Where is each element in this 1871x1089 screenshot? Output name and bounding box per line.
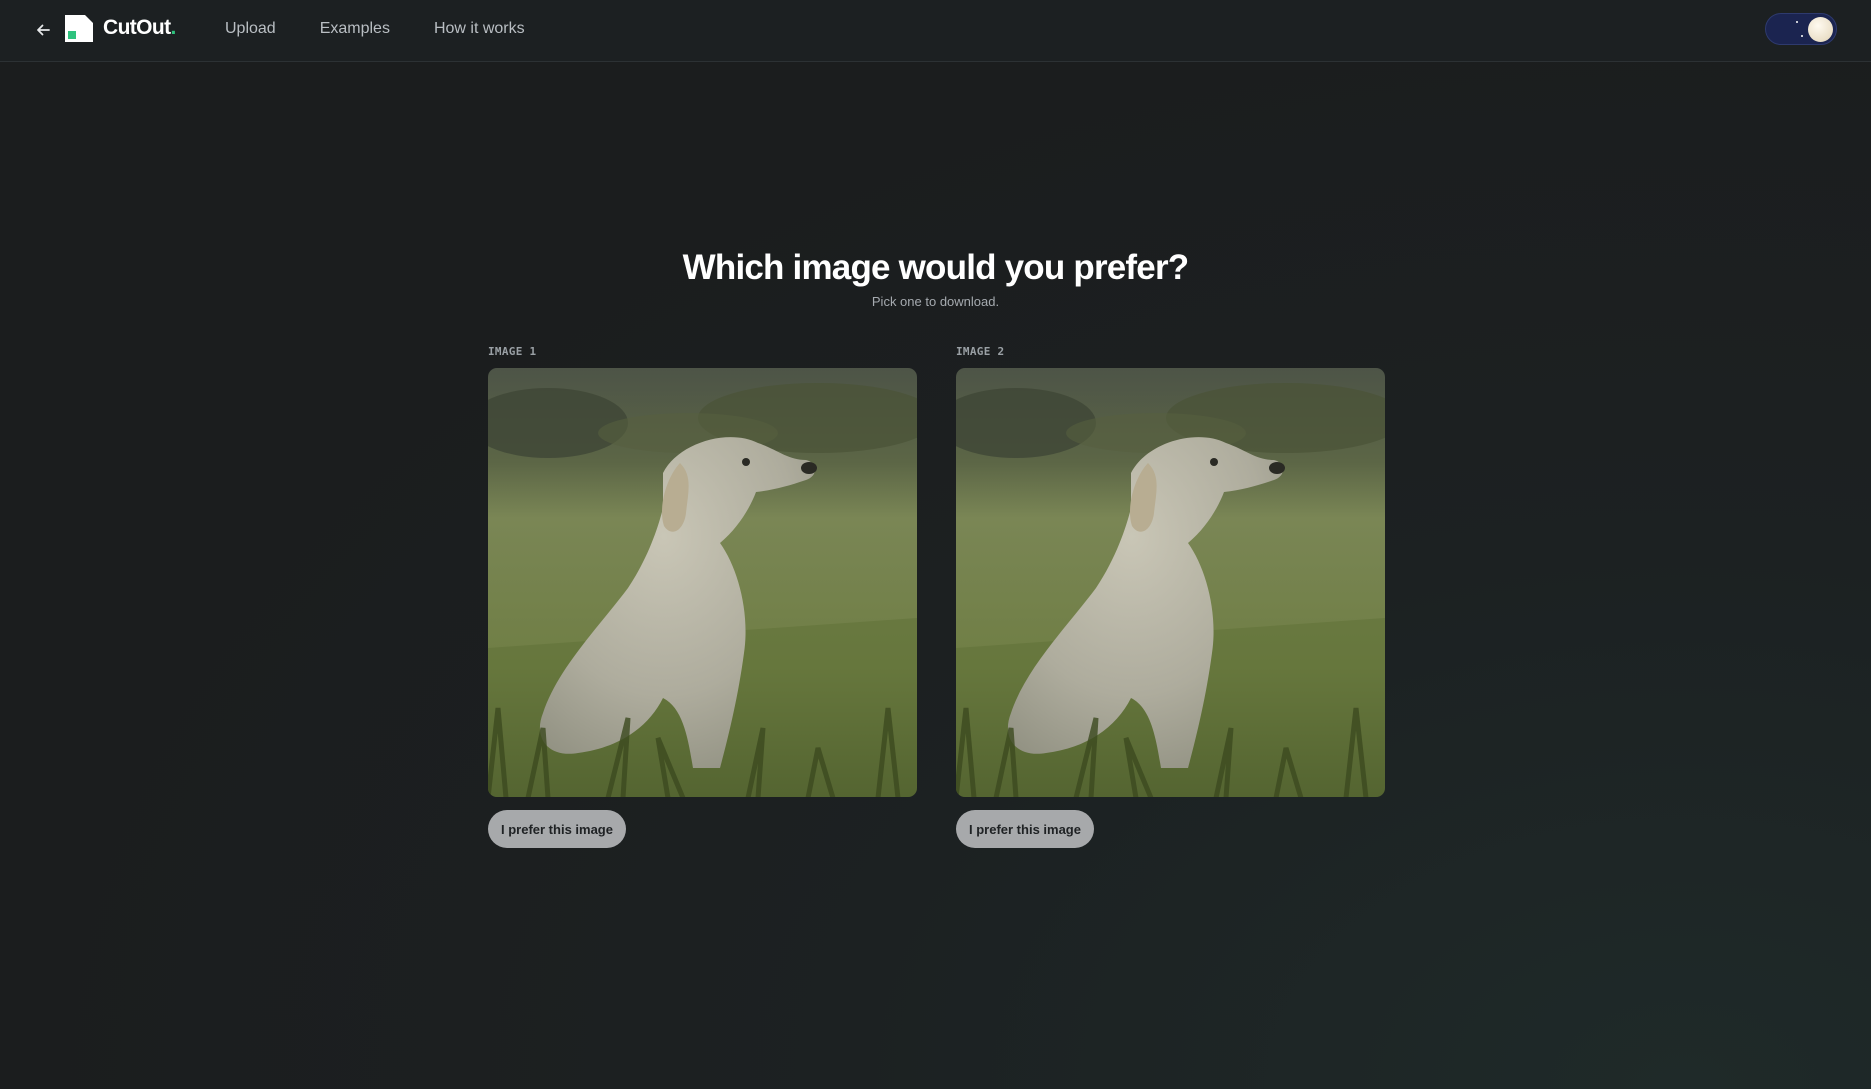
nav-how-it-works[interactable]: How it works <box>434 20 525 38</box>
top-bar: CutOut. Upload Examples How it works <box>0 0 1871 62</box>
page-subtitle: Pick one to download. <box>871 294 1000 309</box>
nav-examples[interactable]: Examples <box>320 20 390 38</box>
arrow-left-icon <box>37 24 50 36</box>
image-2-label: IMAGE 2 <box>956 345 1005 358</box>
image-1-label: IMAGE 1 <box>488 345 537 358</box>
back-button[interactable] <box>32 19 54 41</box>
page-title: Which image would you prefer? <box>682 248 1190 287</box>
main-nav: Upload Examples How it works <box>225 20 525 38</box>
prefer-image-1-button[interactable]: I prefer this image <box>488 810 626 848</box>
star-icon <box>1796 21 1798 23</box>
nav-upload[interactable]: Upload <box>225 20 276 38</box>
brand-dot: . <box>170 16 177 39</box>
brand-logo[interactable]: CutOut. <box>103 16 176 40</box>
logo-icon <box>65 15 93 42</box>
star-icon <box>1801 35 1803 37</box>
prefer-image-2-button[interactable]: I prefer this image <box>956 810 1094 848</box>
sun-icon <box>1808 17 1833 42</box>
brand-name: CutOut <box>103 16 171 39</box>
image-2-preview[interactable] <box>956 368 1385 797</box>
theme-toggle[interactable] <box>1765 13 1837 45</box>
dog-photo <box>956 368 1385 797</box>
image-1-preview[interactable] <box>488 368 917 797</box>
dog-photo <box>488 368 917 797</box>
